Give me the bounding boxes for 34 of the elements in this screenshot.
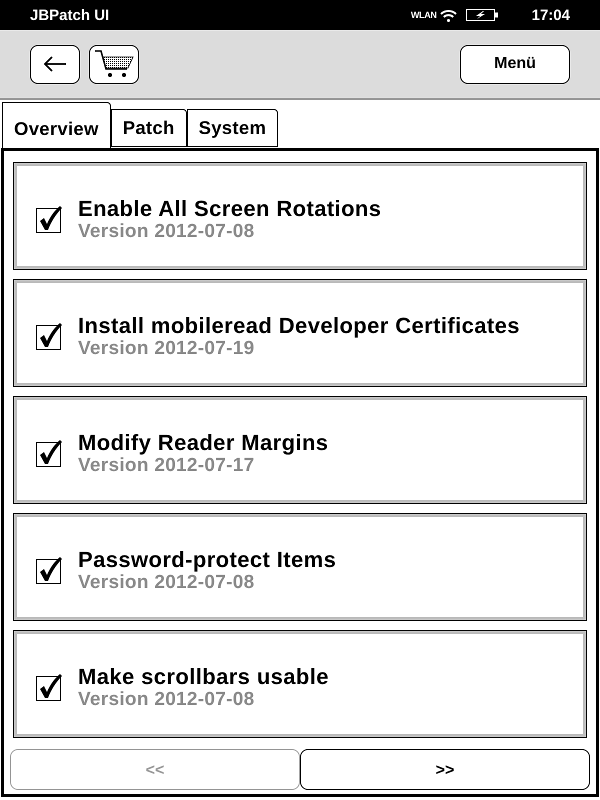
tab[interactable]: System: [186, 109, 278, 147]
cart-button[interactable]: [89, 44, 139, 84]
shopping-cart-icon: [94, 49, 134, 79]
patch-title: Modify Reader Margins: [78, 430, 328, 455]
battery-charging-icon: [466, 9, 498, 21]
patch-version: Version 2012-07-17: [78, 455, 256, 476]
patch-card[interactable]: Password-protect Items Version 2012-07-08: [13, 513, 587, 621]
patch-version: Version 2012-07-08: [78, 689, 256, 710]
checkbox[interactable]: [36, 556, 62, 584]
back-button[interactable]: [30, 44, 80, 84]
patch-version: Version 2012-07-08: [78, 221, 256, 242]
tab[interactable]: Patch: [110, 109, 187, 147]
checkbox[interactable]: [36, 322, 62, 350]
patch-card[interactable]: Modify Reader Margins Version 2012-07-17: [13, 396, 587, 504]
back-arrow-icon: [43, 56, 67, 72]
checkbox[interactable]: [36, 439, 62, 467]
app-title: JBPatch UI: [30, 6, 110, 24]
patch-card[interactable]: Enable All Screen Rotations Version 2012-07-08: [13, 162, 587, 270]
patch-title: Install mobileread Developer Certificates: [78, 313, 520, 338]
checkbox[interactable]: [36, 205, 62, 233]
patch-card[interactable]: Install mobileread Developer Certificates Version 2012-07-19: [13, 279, 587, 387]
patch-version: Version 2012-07-08: [78, 572, 256, 593]
clock: 17:04: [532, 6, 570, 24]
patch-card[interactable]: Make scrollbars usable Version 2012-07-08: [13, 630, 587, 738]
checkbox[interactable]: [36, 673, 62, 701]
patch-title: Make scrollbars usable: [78, 664, 329, 689]
wlan-label: WLAN: [410, 10, 437, 20]
menu-button[interactable]: Menü: [460, 44, 570, 84]
patch-title: Enable All Screen Rotations: [78, 196, 382, 221]
patch-version: Version 2012-07-19: [78, 338, 256, 359]
next-page-button[interactable]: >>: [300, 749, 590, 790]
wifi-icon: [440, 8, 457, 22]
patch-title: Password-protect Items: [78, 547, 336, 572]
tab[interactable]: Overview: [2, 102, 111, 148]
